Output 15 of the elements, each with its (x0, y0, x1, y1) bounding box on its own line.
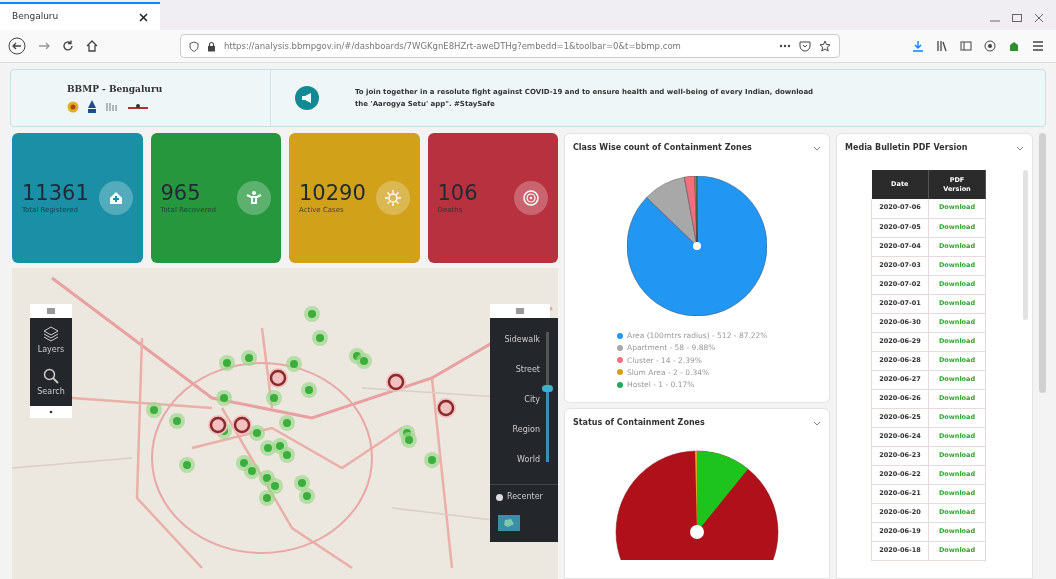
toggle-label: Recenter (507, 491, 543, 503)
zoom-level-label: Region (512, 424, 540, 436)
zoom-level-label: Sidewalk (504, 334, 540, 346)
stat-value: 965 (160, 180, 202, 205)
panel-title: Status of Containment Zones (573, 417, 705, 429)
url-text: https://analysis.bbmpgov.in/#/dashboards/7WGKgnE8HZrt-aweDTHg?embedd=1&toolbar=0&t=bbmp.com (224, 39, 681, 53)
zoom-level-label: World (517, 454, 540, 466)
brand-title: BBMP - Bengaluru (67, 82, 164, 96)
zoom-level-label: Street (515, 364, 540, 376)
stat-value: 106 (437, 180, 479, 205)
panel-title: Class Wise count of Containment Zones (573, 142, 752, 154)
panel-title: Media Bulletin PDF Version (845, 142, 968, 154)
stat-value: 10290 (299, 180, 367, 205)
zoom-level-label: City (524, 394, 540, 406)
stat-value: 11361 (22, 180, 90, 205)
